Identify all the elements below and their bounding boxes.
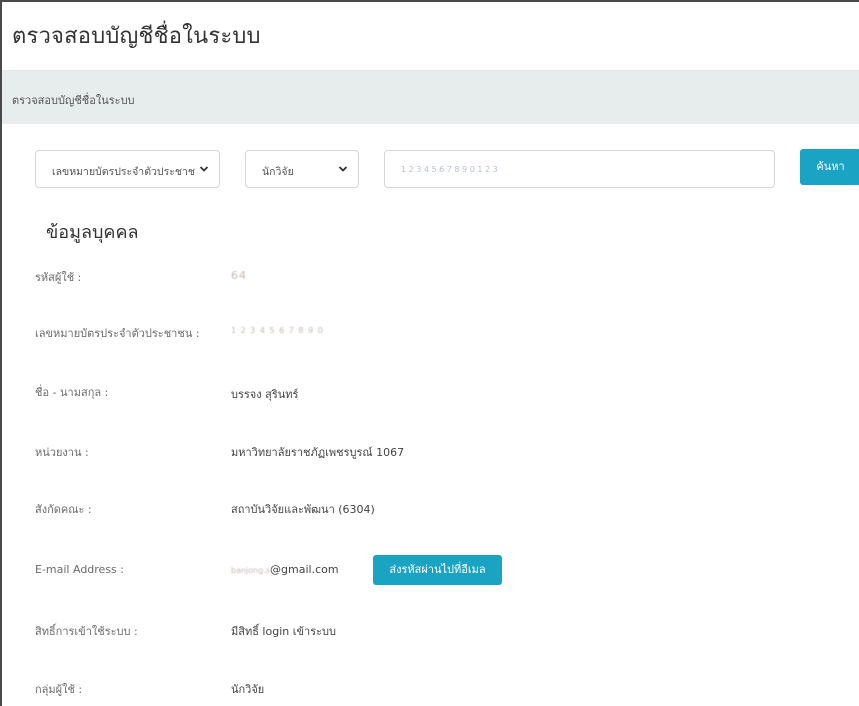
breadcrumb: ตรวจสอบบัญชีชื่อในระบบ [2,71,859,124]
page-title: ตรวจสอบบัญชีชื่อในระบบ [12,24,261,49]
user-group-label: กลุ่มผู้ใช้ : [35,683,83,696]
user-id-value: 64 [231,269,247,282]
email-domain: @gmail.com [270,563,339,576]
search-button[interactable]: ค้นหา [800,149,859,185]
citizen-id-value: 1 2 3 4 5 6 7 8 9 0 [231,326,324,335]
email-prefix: banjong.s [231,566,271,575]
search-input[interactable] [384,150,775,188]
agency-value: มหาวิทยาลัยราชภัฏเพชรบูรณ์ 1067 [231,446,405,459]
role-select-value: นักวิจัย [262,166,294,178]
fullname-label: ชื่อ - นามสกุล : [35,386,109,399]
role-select[interactable]: นักวิจัย [245,150,359,188]
faculty-label: สังกัดคณะ : [35,503,92,516]
access-rights-label: สิทธิ์การเข้าใช้ระบบ : [35,625,138,638]
agency-label: หน่วยงาน : [35,446,89,459]
access-rights-value: มีสิทธิ์ login เข้าระบบ [231,625,336,638]
faculty-value: สถาบันวิจัยและพัฒนา (6304) [231,503,375,516]
citizen-id-label: เลขหมายบัตรประจำตัวประชาชน : [35,327,200,340]
user-id-label: รหัสผู้ใช้ : [35,271,82,284]
id-type-select[interactable]: เลขหมายบัตรประจำตัวประชาช [35,150,220,188]
chevron-down-icon [338,166,348,172]
breadcrumb-current: ตรวจสอบบัญชีชื่อในระบบ [12,94,135,107]
section-title: ข้อมูลบุคคล [46,222,139,243]
page-frame: ตรวจสอบบัญชีชื่อในระบบ ตรวจสอบบัญชีชื่อใ… [0,0,859,706]
fullname-value: บรรจง สุรินทร์ [231,388,299,401]
user-group-value: นักวิจัย [231,683,265,696]
email-label: E-mail Address : [35,563,124,576]
chevron-down-icon [199,166,209,172]
send-password-button[interactable]: ส่งรหัสผ่านไปที่อีเมล [373,555,502,585]
id-type-select-value: เลขหมายบัตรประจำตัวประชาช [52,166,196,178]
email-value: banjong.s@gmail.com [231,563,339,576]
